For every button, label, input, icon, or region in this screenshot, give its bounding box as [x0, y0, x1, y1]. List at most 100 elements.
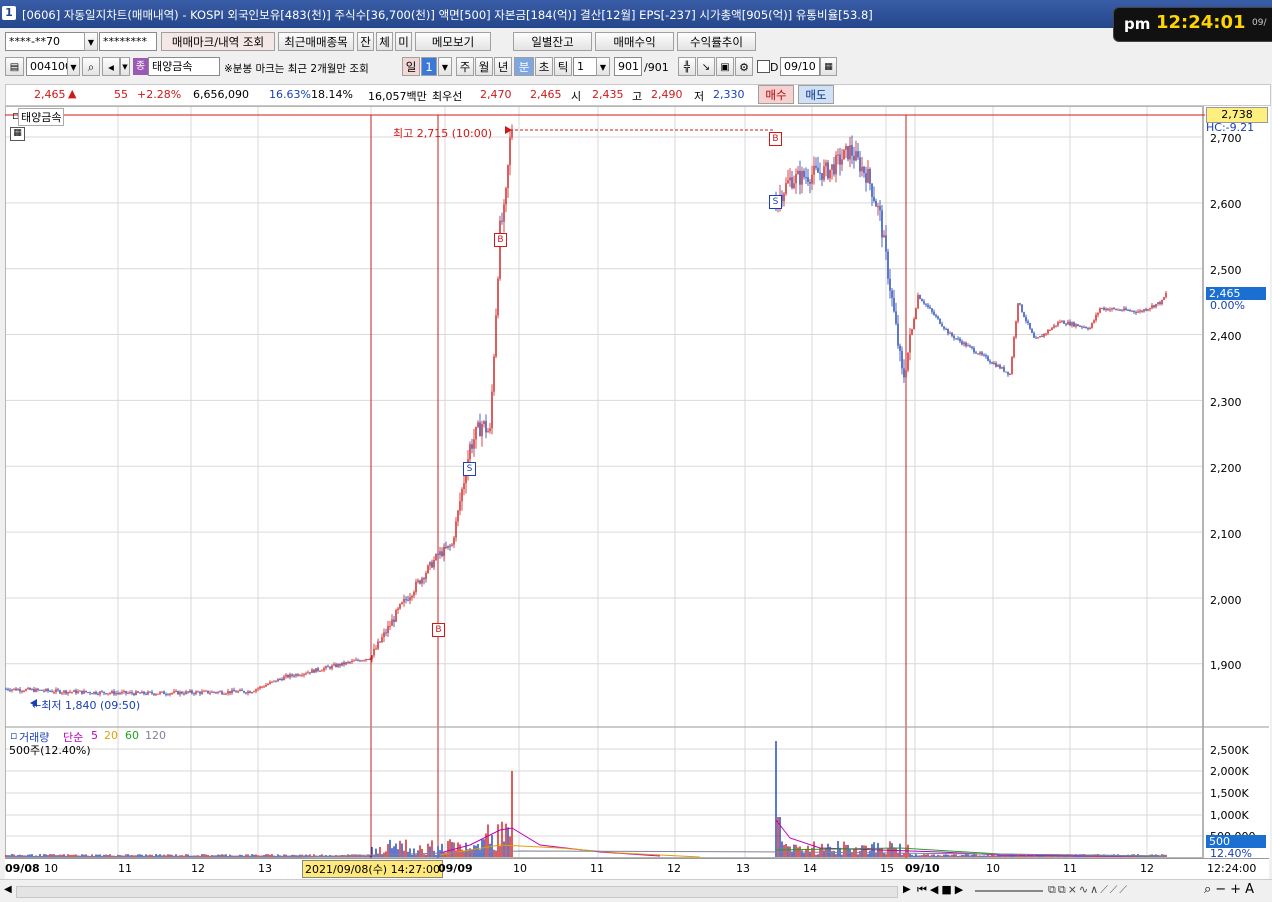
candle-body: [285, 674, 287, 677]
clock-time: 12:24:01: [1156, 12, 1246, 33]
candle-body: [1043, 333, 1045, 337]
volume-bar: [981, 855, 983, 857]
candle-body: [321, 670, 323, 672]
candle-body: [207, 690, 209, 694]
x-label-0908: 09/08: [5, 862, 40, 875]
candle-body: [509, 137, 511, 166]
candle-body: [257, 688, 259, 690]
candle-body: [907, 352, 909, 371]
volume-bar: [965, 854, 967, 857]
candle-body: [307, 672, 309, 674]
clock-ampm: pm: [1124, 15, 1151, 33]
scroll-right-icon[interactable]: ▶: [903, 884, 911, 895]
candle-body: [457, 510, 459, 522]
candle-body: [1059, 321, 1061, 323]
candle-body: [133, 693, 135, 696]
candle-body: [821, 173, 823, 180]
x-label-0908-12: 12: [191, 862, 205, 875]
candle-body: [187, 691, 189, 693]
candle-body: [1021, 304, 1023, 313]
candle-body: [459, 501, 461, 511]
x-label-0910-11: 11: [1063, 862, 1077, 875]
volume-bar: [971, 854, 973, 857]
candle-body: [935, 314, 937, 317]
playback-controls-icon[interactable]: ⏮◀■▶: [917, 883, 966, 897]
high-annotation: 최고 2,715 (10:00): [393, 127, 493, 140]
drawing-tools-icon[interactable]: ⧉⧉⨯∿∧⟋⟋⟋: [1048, 883, 1129, 897]
candle-body: [189, 690, 191, 693]
candle-body: [203, 690, 205, 692]
candle-body: [177, 691, 179, 695]
candle-body: [803, 170, 805, 178]
x-label-0908-11: 11: [118, 862, 132, 875]
candle-body: [31, 689, 33, 691]
candle-body: [11, 689, 13, 691]
chart-table-icon[interactable]: ▦: [10, 127, 25, 141]
candle-body: [1137, 311, 1139, 313]
candle-body: [99, 691, 101, 695]
candle-body: [347, 661, 349, 663]
candle-body: [167, 694, 169, 696]
candle-body: [887, 251, 889, 279]
candle-body: [867, 169, 869, 183]
candle-body: [227, 691, 229, 694]
candle-body: [861, 166, 863, 172]
price-axis-2300: 2,300: [1210, 396, 1242, 409]
candle-body: [921, 299, 923, 302]
candle-body: [783, 193, 785, 202]
candle-body: [1101, 307, 1103, 309]
volume-bar: [461, 849, 463, 857]
zoom-slider[interactable]: [975, 890, 1043, 892]
candle-body: [1131, 310, 1133, 312]
candle-body: [835, 155, 837, 175]
candle-body: [179, 691, 181, 695]
candle-body: [1081, 326, 1083, 328]
volume-bar: [437, 846, 439, 857]
candle-body: [1153, 305, 1155, 308]
sell-mark-1[interactable]: S: [463, 462, 476, 476]
candle-body: [1023, 312, 1025, 317]
candle-body: [947, 328, 949, 334]
scroll-track[interactable]: [16, 886, 898, 898]
candle-body: [931, 308, 933, 312]
zoom-controls-icon[interactable]: ⌕−+A: [1204, 882, 1258, 897]
candle-body: [183, 693, 185, 695]
volume-bar: [935, 855, 937, 857]
buy-mark-1[interactable]: B: [494, 233, 507, 247]
candle-body: [877, 206, 879, 208]
candle-body: [313, 669, 315, 673]
candle-body: [209, 692, 211, 694]
buy-mark-2[interactable]: B: [432, 623, 445, 637]
candle-body: [891, 290, 893, 298]
candle-body: [61, 692, 63, 694]
volume-bar: [781, 841, 783, 857]
candle-body: [201, 691, 203, 694]
chart-svg: [5, 107, 1269, 858]
candle-body: [913, 319, 915, 329]
candle-body: [169, 693, 171, 695]
candle-body: [33, 689, 35, 692]
candle-body: [379, 641, 381, 643]
volume-bar: [857, 854, 859, 857]
candle-body: [87, 692, 89, 694]
candle-body: [959, 338, 961, 342]
candle-body: [849, 145, 851, 160]
volume-bar: [457, 842, 459, 857]
candle-body: [89, 692, 91, 694]
candle-body: [1007, 371, 1009, 375]
candle-body: [355, 659, 357, 661]
candle-body: [405, 599, 407, 601]
candle-body: [511, 130, 513, 138]
scroll-left-icon[interactable]: ◀: [4, 884, 12, 895]
candle-body: [425, 573, 427, 580]
candle-body: [1063, 321, 1065, 324]
sell-mark-2[interactable]: S: [769, 195, 782, 209]
high-arrow-icon: [505, 126, 512, 134]
candle-body: [205, 690, 207, 692]
volume-bar: [963, 854, 965, 857]
candle-body: [969, 345, 971, 347]
buy-mark-3[interactable]: B: [769, 132, 782, 146]
candle-body: [809, 182, 811, 184]
volume-bar: [973, 854, 975, 857]
x-label-0910-12: 12: [1140, 862, 1154, 875]
